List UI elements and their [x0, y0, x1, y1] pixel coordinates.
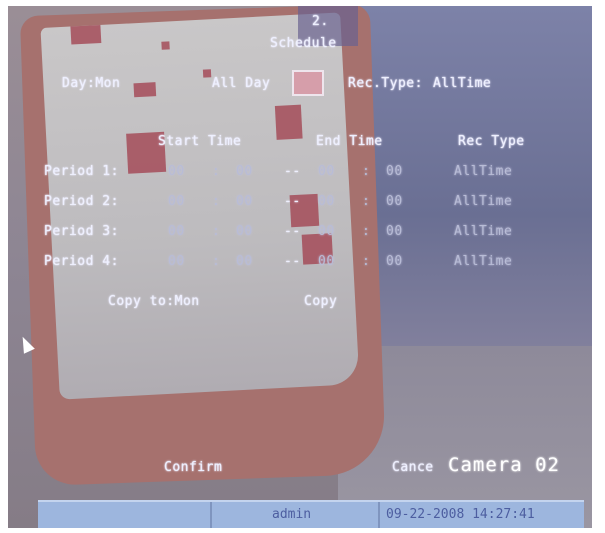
start-minute[interactable]: 00 — [236, 224, 253, 239]
column-header-rec-type: Rec Type — [458, 134, 525, 149]
end-hour[interactable]: 00 — [318, 164, 335, 179]
end-minute[interactable]: 00 — [386, 164, 403, 179]
range-dash: -- — [284, 224, 301, 239]
start-minute[interactable]: 00 — [236, 254, 253, 269]
end-sep: : — [362, 224, 371, 239]
day-field[interactable]: Day:Mon — [62, 76, 120, 91]
end-sep: : — [362, 194, 371, 209]
period-rec-type[interactable]: AllTime — [454, 164, 512, 179]
camera-name: Camera 02 — [448, 454, 560, 476]
end-minute[interactable]: 00 — [386, 254, 403, 269]
status-bar: admin 09-22-2008 14:27:41 — [38, 500, 584, 528]
period-rec-type[interactable]: AllTime — [454, 194, 512, 209]
column-header-end: End Time — [316, 134, 383, 149]
page-number: 2. — [312, 14, 329, 29]
rec-type-label: Rec.Type: — [348, 76, 423, 91]
end-sep: : — [362, 164, 371, 179]
column-header-start: Start Time — [158, 134, 242, 149]
period-label: Period 2: — [44, 194, 119, 209]
status-user: admin — [272, 507, 312, 522]
day-label: Day: — [62, 76, 96, 91]
all-day-checkbox[interactable] — [292, 70, 324, 96]
start-minute[interactable]: 00 — [236, 164, 253, 179]
day-value[interactable]: Mon — [95, 76, 120, 91]
rec-type-value[interactable]: AllTime — [433, 76, 491, 91]
end-sep: : — [362, 254, 371, 269]
page-title: Schedule — [270, 36, 337, 51]
period-label: Period 4: — [44, 254, 119, 269]
end-hour[interactable]: 00 — [318, 224, 335, 239]
range-dash: -- — [284, 254, 301, 269]
start-sep: : — [212, 164, 221, 179]
copy-to-value[interactable]: Mon — [175, 294, 200, 309]
start-sep: : — [212, 224, 221, 239]
range-dash: -- — [284, 194, 301, 209]
start-hour[interactable]: 00 — [168, 164, 185, 179]
period-label: Period 1: — [44, 164, 119, 179]
rec-type-field[interactable]: Rec.Type: AllTime — [348, 76, 491, 91]
period-label: Period 3: — [44, 224, 119, 239]
copy-to-label: Copy to: — [108, 294, 175, 309]
end-hour[interactable]: 00 — [318, 194, 335, 209]
start-hour[interactable]: 00 — [168, 224, 185, 239]
start-hour[interactable]: 00 — [168, 254, 185, 269]
start-sep: : — [212, 194, 221, 209]
confirm-button[interactable]: Confirm — [164, 460, 222, 475]
start-sep: : — [212, 254, 221, 269]
dvr-screen: 2. Schedule Day:Mon All Day Rec.Type: All… — [8, 6, 592, 528]
start-hour[interactable]: 00 — [168, 194, 185, 209]
end-minute[interactable]: 00 — [386, 194, 403, 209]
copy-button[interactable]: Copy — [304, 294, 337, 309]
status-datetime: 09-22-2008 14:27:41 — [386, 507, 535, 522]
end-minute[interactable]: 00 — [386, 224, 403, 239]
cancel-button[interactable]: Cance — [392, 460, 434, 475]
start-minute[interactable]: 00 — [236, 194, 253, 209]
range-dash: -- — [284, 164, 301, 179]
period-rec-type[interactable]: AllTime — [454, 224, 512, 239]
copy-to-field[interactable]: Copy to:Mon — [108, 294, 200, 309]
period-rec-type[interactable]: AllTime — [454, 254, 512, 269]
end-hour[interactable]: 00 — [318, 254, 335, 269]
all-day-label: All Day — [212, 76, 271, 91]
